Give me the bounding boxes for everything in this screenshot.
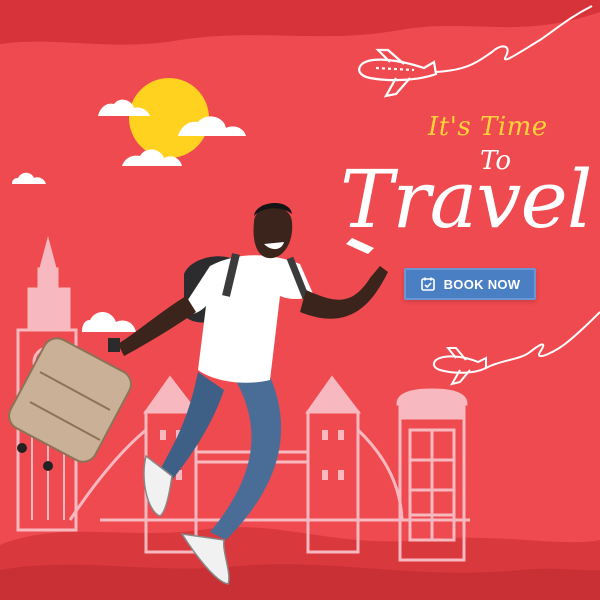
traveler-figure: [8, 202, 388, 585]
book-now-button[interactable]: BOOK NOW: [404, 268, 536, 300]
calendar-check-icon: [420, 276, 436, 292]
book-now-label: BOOK NOW: [443, 276, 521, 292]
travel-banner: It's Time To Travel BOOK NOW: [0, 0, 600, 600]
headline-eyebrow: It's Time: [428, 112, 548, 142]
suitcase-icon: [8, 337, 132, 471]
headline-title: Travel: [340, 153, 592, 246]
